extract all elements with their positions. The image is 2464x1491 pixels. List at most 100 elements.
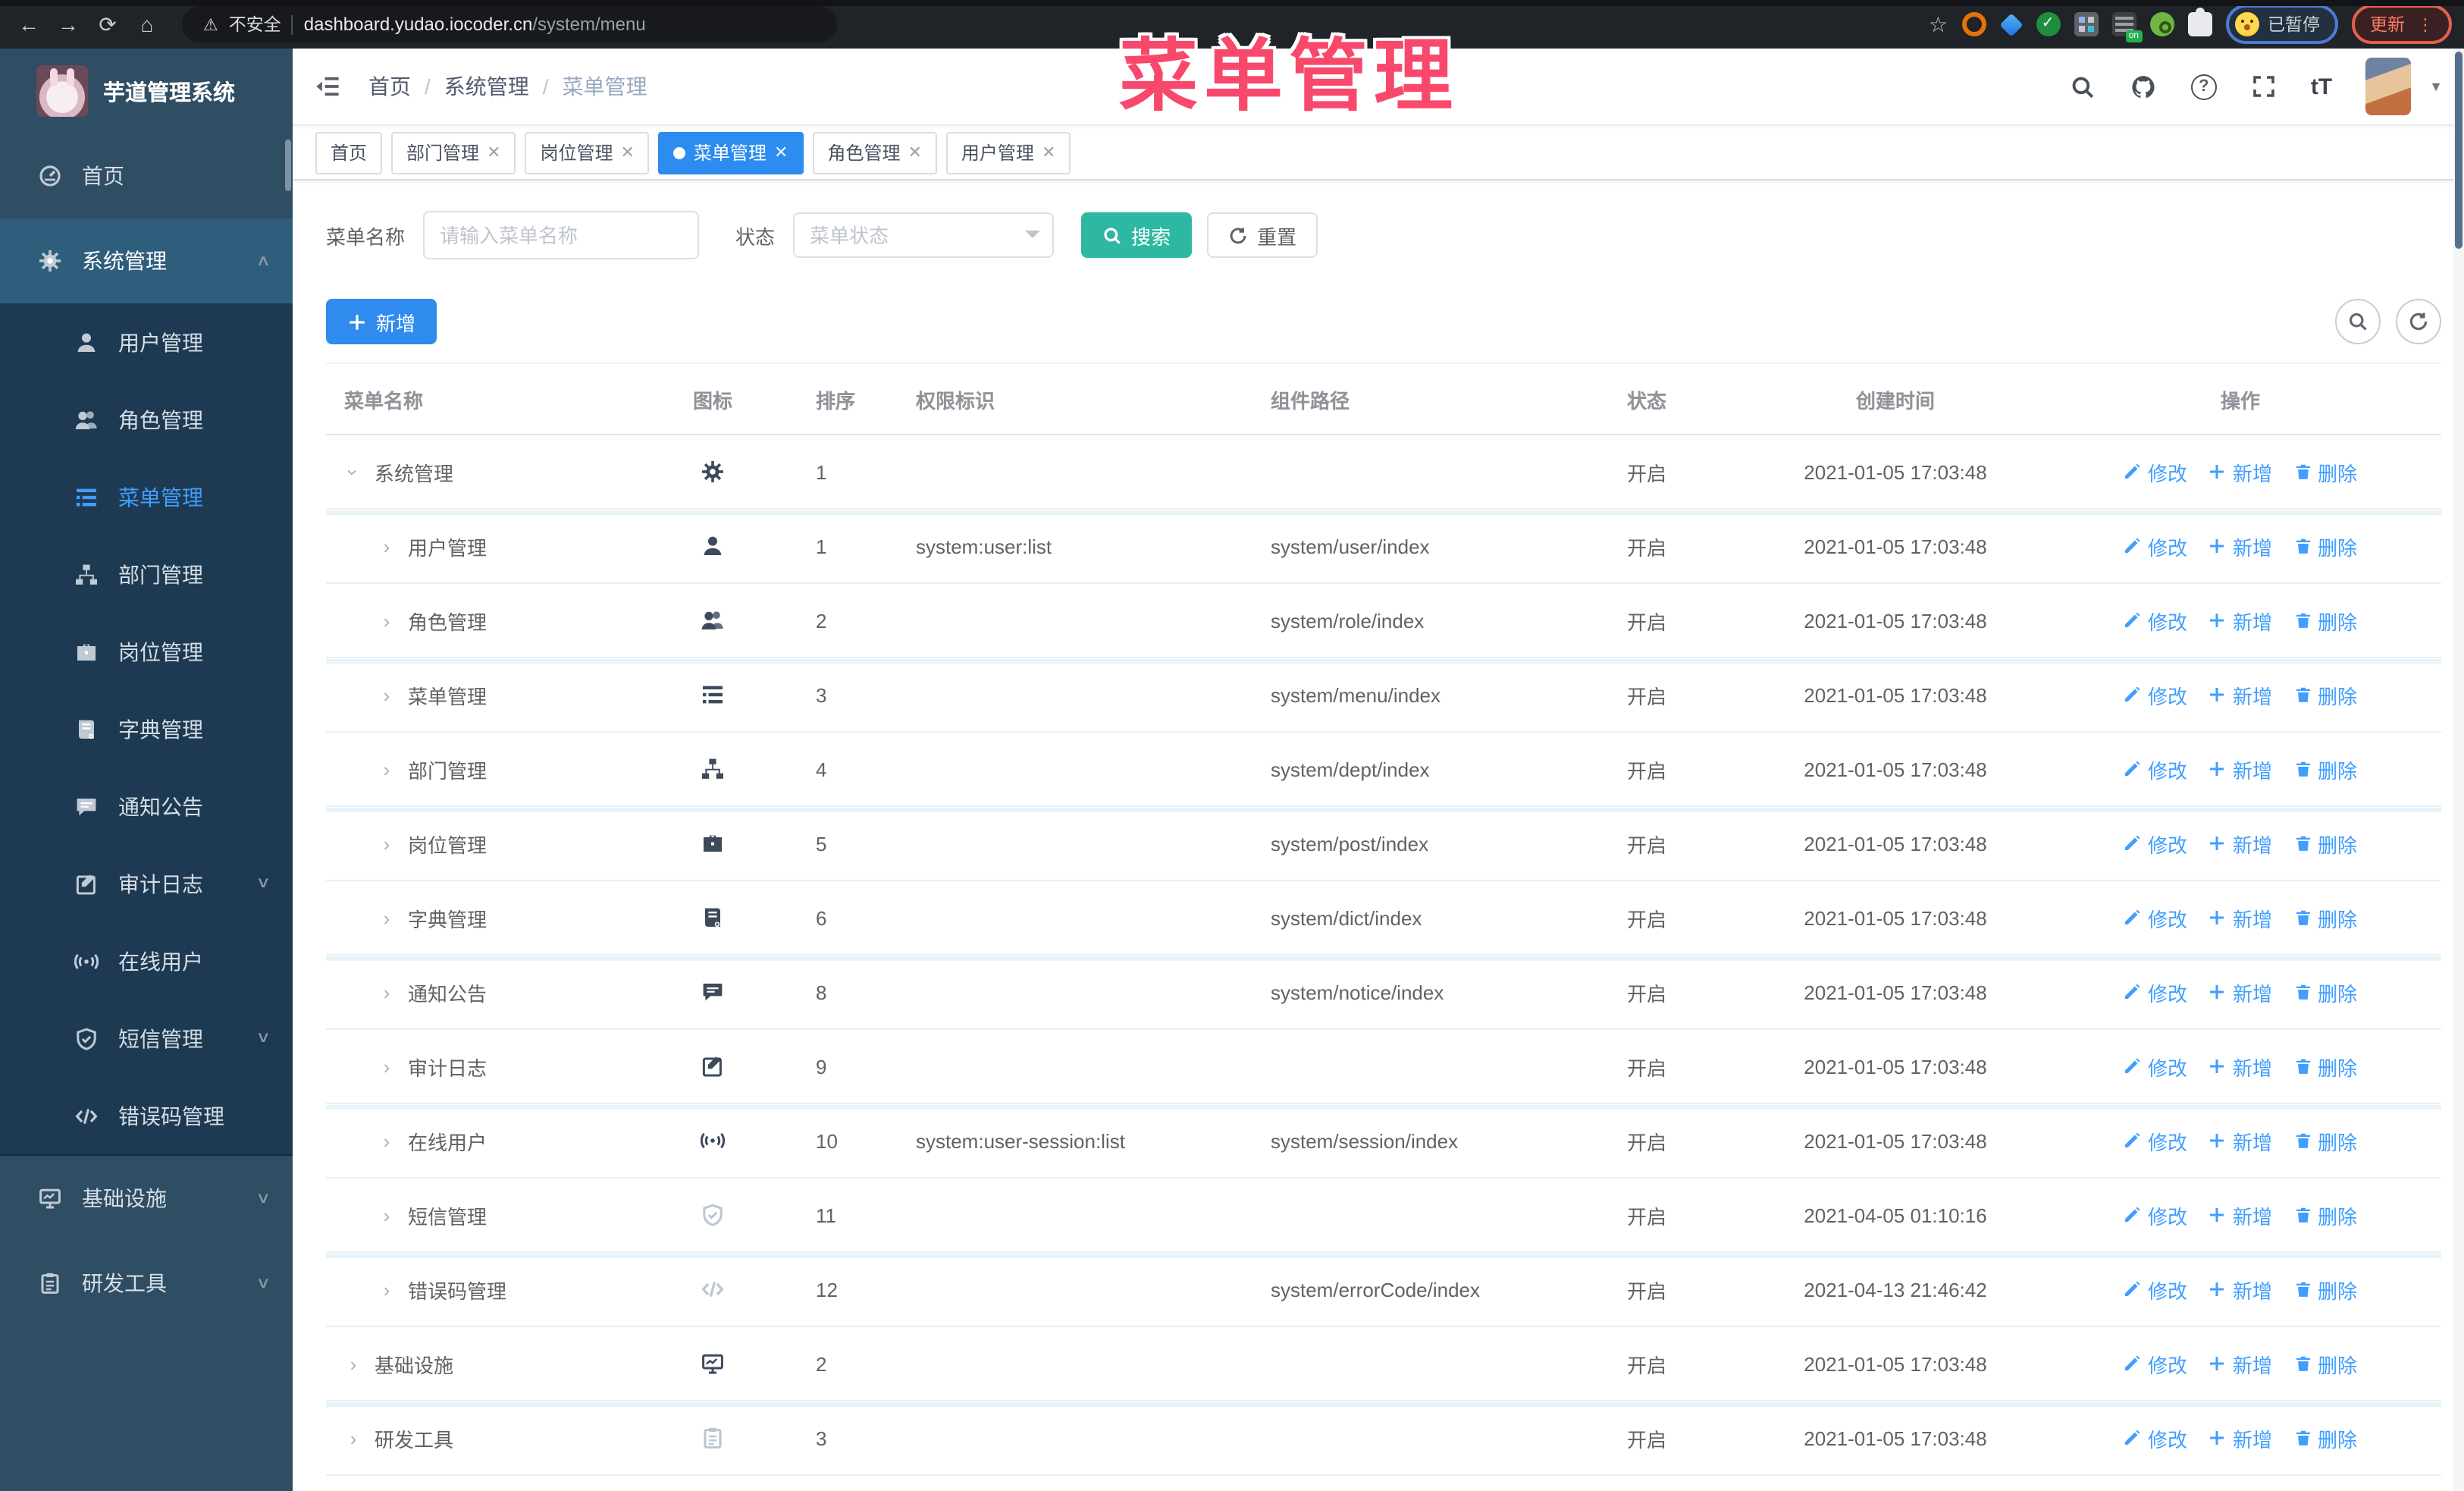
browser-back-button[interactable]: ← (12, 8, 45, 41)
edit-action[interactable]: 修改 (2124, 1424, 2187, 1452)
sidebar-item-11[interactable]: 短信管理 ∨ (0, 1000, 293, 1077)
close-icon[interactable]: ✕ (908, 143, 921, 162)
sidebar-item-8[interactable]: 通知公告 (0, 767, 293, 845)
expand-row-icon[interactable]: › (378, 683, 396, 706)
tab-0[interactable]: 首页 (315, 131, 383, 174)
delete-action[interactable]: 删除 (2293, 903, 2357, 932)
expand-row-icon[interactable]: › (378, 1129, 396, 1152)
add-action[interactable]: 新增 (2209, 829, 2272, 858)
window-scrollbar[interactable] (2453, 49, 2464, 1491)
edit-action[interactable]: 修改 (2124, 606, 2187, 635)
search-button[interactable]: 搜索 (1081, 212, 1193, 258)
delete-action[interactable]: 删除 (2293, 532, 2357, 560)
help-icon[interactable]: ? (2190, 74, 2217, 99)
status-select-input[interactable] (793, 212, 1055, 258)
toggle-search-button[interactable] (2335, 299, 2381, 344)
close-icon[interactable]: ✕ (487, 143, 500, 162)
collapse-sidebar-icon[interactable] (314, 71, 344, 102)
user-avatar[interactable] (2365, 58, 2412, 115)
delete-action[interactable]: 删除 (2293, 606, 2357, 635)
browser-update-button[interactable]: 更新 ⋮ (2352, 5, 2452, 44)
expand-row-icon[interactable]: › (378, 832, 396, 855)
status-select[interactable] (793, 212, 1055, 258)
delete-action[interactable]: 删除 (2293, 978, 2357, 1006)
edit-action[interactable]: 修改 (2124, 457, 2187, 486)
add-action[interactable]: 新增 (2209, 1126, 2272, 1155)
close-icon[interactable]: ✕ (1042, 143, 1055, 162)
sidebar-item-1[interactable]: 系统管理 ∧ (0, 218, 293, 303)
bookmark-star-icon[interactable]: ☆ (1929, 11, 1948, 37)
add-action[interactable]: 新增 (2209, 1349, 2272, 1378)
delete-action[interactable]: 删除 (2293, 755, 2357, 783)
sidebar-item-6[interactable]: 岗位管理 (0, 613, 293, 690)
breadcrumb-home[interactable]: 首页 (368, 71, 411, 102)
expand-row-icon[interactable]: › (378, 981, 396, 1003)
extension-server-icon[interactable]: on (2111, 12, 2142, 42)
edit-action[interactable]: 修改 (2124, 680, 2187, 709)
extension-grid-icon[interactable] (2074, 12, 2098, 36)
sidebar-item-9[interactable]: 审计日志 ∨ (0, 845, 293, 922)
delete-action[interactable]: 删除 (2293, 1275, 2357, 1304)
add-action[interactable]: 新增 (2209, 903, 2272, 932)
profile-paused-badge[interactable]: 已暂停 (2225, 5, 2338, 44)
browser-reload-button[interactable]: ⟳ (91, 8, 124, 41)
edit-action[interactable]: 修改 (2124, 1126, 2187, 1155)
add-action[interactable]: 新增 (2209, 1201, 2272, 1229)
edit-action[interactable]: 修改 (2124, 755, 2187, 783)
tab-3[interactable]: 菜单管理 ✕ (658, 131, 804, 174)
tab-2[interactable]: 岗位管理 ✕ (525, 131, 650, 174)
browser-home-button[interactable]: ⌂ (130, 8, 164, 41)
add-action[interactable]: 新增 (2209, 1275, 2272, 1304)
search-icon[interactable] (2070, 73, 2097, 100)
delete-action[interactable]: 删除 (2293, 1424, 2357, 1452)
close-icon[interactable]: ✕ (774, 143, 788, 162)
add-action[interactable]: 新增 (2209, 755, 2272, 783)
collapse-row-icon[interactable]: › (342, 463, 365, 481)
delete-action[interactable]: 删除 (2293, 1349, 2357, 1378)
close-icon[interactable]: ✕ (621, 143, 635, 162)
delete-action[interactable]: 删除 (2293, 829, 2357, 858)
add-action[interactable]: 新增 (2209, 1052, 2272, 1081)
menu-name-input[interactable] (423, 211, 700, 259)
add-action[interactable]: 新增 (2209, 457, 2272, 486)
extension-key-icon[interactable] (2149, 12, 2174, 36)
browser-address-bar[interactable]: ⚠ 不安全 dashboard.yudao.iocoder.cn/system/… (182, 6, 837, 42)
add-action[interactable]: 新增 (2209, 978, 2272, 1006)
expand-row-icon[interactable]: › (378, 535, 396, 557)
sidebar-item-3[interactable]: 角色管理 (0, 381, 293, 458)
expand-row-icon[interactable]: › (344, 1352, 362, 1375)
add-action[interactable]: 新增 (2209, 532, 2272, 560)
edit-action[interactable]: 修改 (2124, 532, 2187, 560)
sidebar-item-2[interactable]: 用户管理 (0, 303, 293, 381)
delete-action[interactable]: 删除 (2293, 1126, 2357, 1155)
sidebar-logo[interactable]: 芋道管理系统 (0, 49, 293, 133)
font-size-icon[interactable]: tT (2311, 74, 2332, 99)
expand-row-icon[interactable]: › (378, 1055, 396, 1078)
browser-forward-button[interactable]: → (52, 8, 85, 41)
extension-gem-icon[interactable] (1998, 12, 2023, 36)
expand-row-icon[interactable]: › (378, 1204, 396, 1226)
delete-action[interactable]: 删除 (2293, 1201, 2357, 1229)
browser-menu-icon[interactable]: ⋮ (2417, 14, 2434, 34)
edit-action[interactable]: 修改 (2124, 1349, 2187, 1378)
chevron-down-icon[interactable]: ▼ (2429, 79, 2443, 94)
add-action[interactable]: 新增 (2209, 606, 2272, 635)
delete-action[interactable]: 删除 (2293, 1052, 2357, 1081)
expand-row-icon[interactable]: › (378, 609, 396, 632)
sidebar-item-10[interactable]: 在线用户 (0, 922, 293, 1000)
expand-row-icon[interactable]: › (344, 1427, 362, 1449)
add-action[interactable]: 新增 (2209, 1424, 2272, 1452)
tab-1[interactable]: 部门管理 ✕ (391, 131, 516, 174)
tab-4[interactable]: 角色管理 ✕ (812, 131, 937, 174)
extensions-puzzle-icon[interactable] (2187, 8, 2212, 36)
sidebar-item-13[interactable]: 基础设施 ∨ (0, 1156, 293, 1241)
extension-orange-icon[interactable] (1961, 12, 1986, 36)
github-icon[interactable] (2130, 73, 2158, 100)
edit-action[interactable]: 修改 (2124, 903, 2187, 932)
sidebar-item-4[interactable]: 菜单管理 (0, 458, 293, 535)
refresh-button[interactable] (2396, 299, 2441, 344)
tab-5[interactable]: 用户管理 ✕ (945, 131, 1071, 174)
sidebar-item-14[interactable]: 研发工具 ∨ (0, 1241, 293, 1326)
edit-action[interactable]: 修改 (2124, 978, 2187, 1006)
edit-action[interactable]: 修改 (2124, 1052, 2187, 1081)
